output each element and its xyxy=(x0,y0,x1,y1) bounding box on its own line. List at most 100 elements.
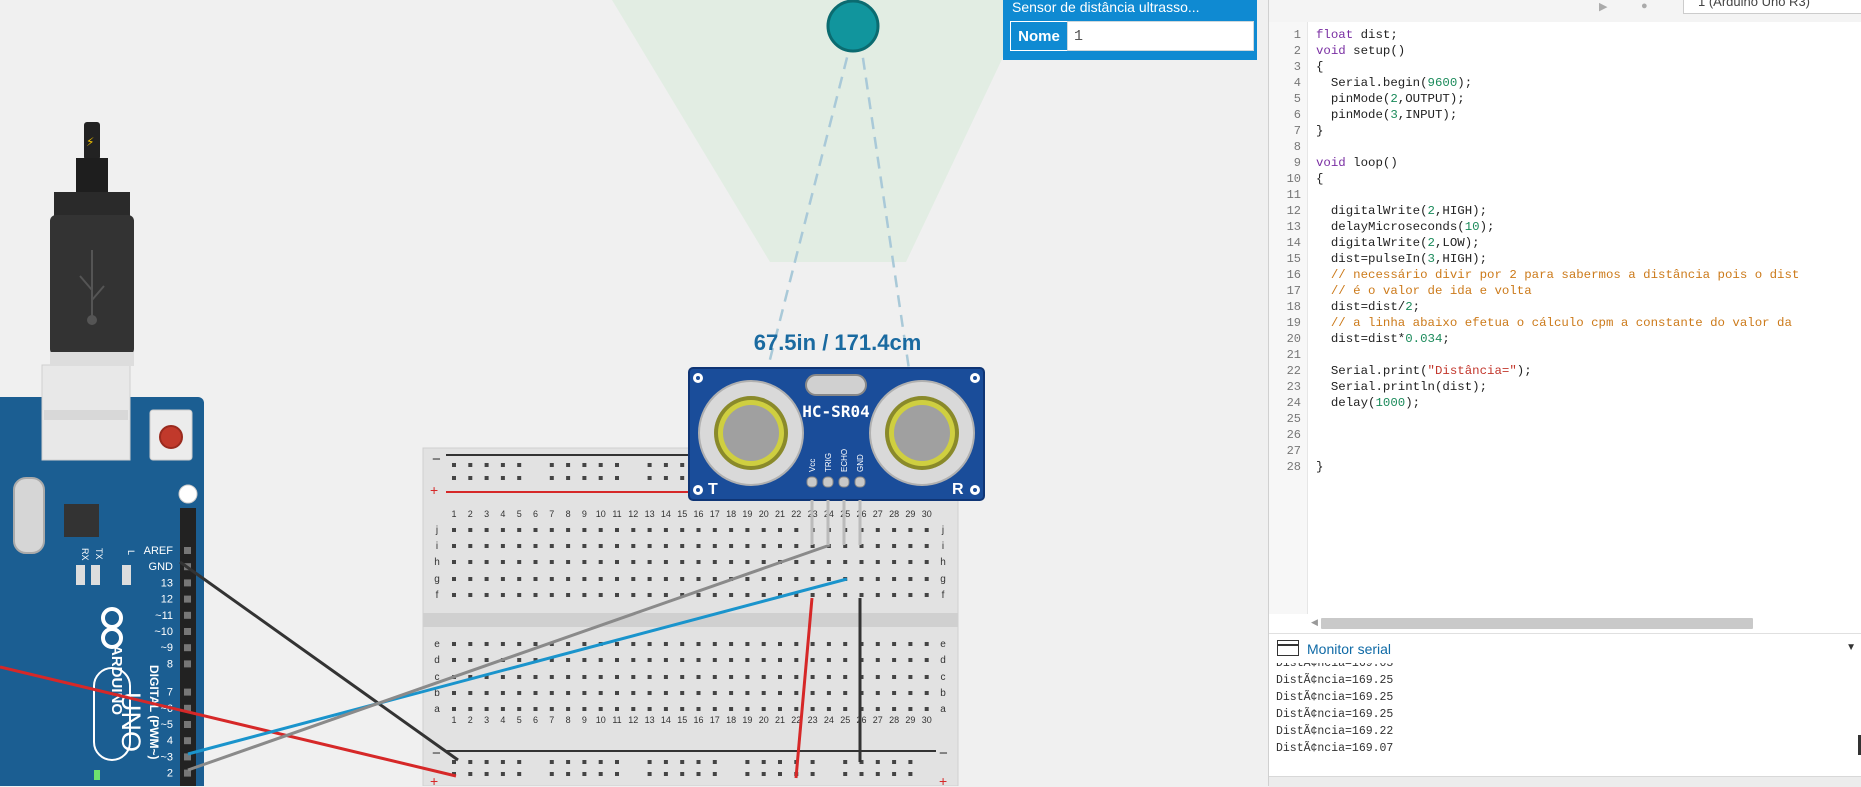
code-line[interactable]: } xyxy=(1316,459,1323,475)
scroll-left-icon[interactable]: ◀ xyxy=(1311,617,1318,628)
sensor-pin-label: Vcc xyxy=(808,459,817,472)
breadboard-column-label: 18 xyxy=(726,509,736,519)
sensor-pin[interactable] xyxy=(838,476,850,488)
breadboard-column-label: 2 xyxy=(468,509,473,519)
code-line[interactable]: dist=dist/2; xyxy=(1316,299,1420,315)
code-line[interactable]: digitalWrite(2,HIGH); xyxy=(1316,203,1487,219)
receiver xyxy=(869,380,975,486)
breadboard-column-label: 16 xyxy=(693,509,703,519)
serial-monitor-header[interactable]: Monitor serial ▼ xyxy=(1269,633,1861,664)
code-line[interactable]: { xyxy=(1316,171,1323,187)
code-line[interactable]: // é o valor de ida e volta xyxy=(1316,283,1532,299)
code-line[interactable]: digitalWrite(2,LOW); xyxy=(1316,235,1480,251)
arduino-pin-label: GND xyxy=(149,561,174,573)
serial-line: DistÃ¢ncia=169.03 xyxy=(1276,663,1394,670)
arduino-pin[interactable] xyxy=(184,547,191,554)
arduino-pin[interactable] xyxy=(184,737,191,745)
line-number: 18 xyxy=(1286,300,1301,314)
breadboard-column-label: 7 xyxy=(549,715,554,725)
arduino-board[interactable]: AREFGND1312~11~10~987~6~54~32 xyxy=(0,364,204,786)
breadboard-column-label: 29 xyxy=(905,509,915,519)
arduino-pin[interactable] xyxy=(184,611,191,619)
breadboard-row-label: a xyxy=(940,704,946,715)
serial-monitor-title[interactable]: Monitor serial xyxy=(1307,641,1391,657)
code-line[interactable]: delay(1000); xyxy=(1316,395,1420,411)
line-number: 5 xyxy=(1293,92,1301,106)
breadboard-column-label: 3 xyxy=(484,509,489,519)
ultrasonic-sensor[interactable]: HC-SR04 T R Vcc TRIG ECHO GND xyxy=(688,367,985,501)
code-line[interactable]: // a linha abaixo efetua o cálculo cpm a… xyxy=(1316,315,1792,331)
lightning-icon: ⚡ xyxy=(86,135,94,149)
usb-cable[interactable]: ⚡ xyxy=(50,122,134,366)
wire-gnd[interactable] xyxy=(179,560,459,762)
name-input[interactable]: 1 xyxy=(1067,21,1254,51)
arduino-pin[interactable] xyxy=(184,644,191,652)
sensor-pin[interactable] xyxy=(854,476,866,488)
line-number: 26 xyxy=(1286,428,1301,442)
serial-input-bar[interactable] xyxy=(1269,776,1861,787)
line-number: 27 xyxy=(1286,444,1301,458)
arduino-pin[interactable] xyxy=(184,595,191,603)
arduino-pin-label: ~10 xyxy=(154,626,173,638)
scroll-thumb[interactable] xyxy=(1321,618,1753,629)
breadboard-column-label: 2 xyxy=(468,715,473,725)
code-line[interactable]: Serial.print("Distância="); xyxy=(1316,363,1532,379)
code-line[interactable]: void loop() xyxy=(1316,155,1398,171)
sensor-pin-label: ECHO xyxy=(840,449,849,472)
breadboard-column-label: 29 xyxy=(905,715,915,725)
code-line[interactable]: Serial.println(dist); xyxy=(1316,379,1487,395)
breadboard-column-label: 17 xyxy=(710,715,720,725)
code-line[interactable]: pinMode(3,INPUT); xyxy=(1316,107,1457,123)
breadboard-column-label: 19 xyxy=(742,509,752,519)
breadboard-column-label: 25 xyxy=(840,715,850,725)
breadboard-column-label: 11 xyxy=(612,509,621,519)
code-line[interactable]: float dist; xyxy=(1316,27,1398,43)
line-number: 12 xyxy=(1286,204,1301,218)
debug-icon[interactable]: ▶ xyxy=(1599,0,1613,13)
board-select[interactable]: 1 (Arduino Uno R3) xyxy=(1683,0,1861,14)
more-icon[interactable]: ● xyxy=(1641,0,1655,12)
code-line[interactable]: void setup() xyxy=(1316,43,1405,59)
svg-text:+: + xyxy=(430,482,438,498)
svg-text:−: − xyxy=(939,745,948,762)
code-line[interactable]: } xyxy=(1316,123,1323,139)
code-line[interactable]: Serial.begin(9600); xyxy=(1316,75,1472,91)
circuit-drawing[interactable]: − + + − − + + 11223344556677889910101111… xyxy=(0,0,1268,786)
breadboard-column-label: 14 xyxy=(661,715,671,725)
chevron-down-icon[interactable]: ▼ xyxy=(1846,642,1856,653)
code-line[interactable]: dist=dist*0.034; xyxy=(1316,331,1450,347)
serial-line: DistÃ¢ncia=169.25 xyxy=(1276,708,1394,721)
arduino-pin[interactable] xyxy=(184,628,191,635)
line-number: 2 xyxy=(1293,44,1301,58)
breadboard-column-label: 9 xyxy=(582,715,587,725)
arduino-pin[interactable] xyxy=(184,660,191,668)
breadboard-column-label: 12 xyxy=(628,509,638,519)
code-line[interactable]: dist=pulseIn(3,HIGH); xyxy=(1316,251,1487,267)
arduino-pin-label: ~3 xyxy=(160,751,173,763)
arduino-pin[interactable] xyxy=(184,721,191,728)
breadboard-column-label: 10 xyxy=(596,509,606,519)
arduino-pin[interactable] xyxy=(184,579,191,587)
breadboard-column-label: 28 xyxy=(889,509,899,519)
serial-line: DistÃ¢ncia=169.25 xyxy=(1276,691,1394,704)
crystal-oscillator xyxy=(13,477,45,554)
code-line[interactable]: { xyxy=(1316,59,1323,75)
code-editor[interactable]: 1 2 3 4 5 6 7 8 9 10 11 12 13 14 15 16 17 18 19 20 21 22 23 24 2… xyxy=(1269,22,1861,614)
line-number: 9 xyxy=(1293,156,1301,170)
name-property-row: Nome 1 xyxy=(1010,21,1254,51)
serial-monitor-icon xyxy=(1277,640,1299,656)
circuit-canvas[interactable]: − + + − − + + 11223344556677889910101111… xyxy=(0,0,1268,786)
horizontal-scrollbar[interactable]: ◀ xyxy=(1311,617,1857,629)
sensor-pin[interactable] xyxy=(806,476,818,488)
breadboard-column-label: 15 xyxy=(677,509,687,519)
code-line[interactable]: // necessário divir por 2 para sabermos … xyxy=(1316,267,1799,283)
breadboard-column-label: 6 xyxy=(533,509,538,519)
code-line[interactable]: pinMode(2,OUTPUT); xyxy=(1316,91,1465,107)
line-number: 13 xyxy=(1286,220,1301,234)
code-line[interactable]: delayMicroseconds(10); xyxy=(1316,219,1495,235)
sensor-t-label: T xyxy=(708,481,718,498)
arduino-pin[interactable] xyxy=(184,688,191,696)
target-object[interactable] xyxy=(826,0,880,53)
sensor-pin-label: GND xyxy=(856,454,865,472)
sensor-pin[interactable] xyxy=(822,476,834,488)
